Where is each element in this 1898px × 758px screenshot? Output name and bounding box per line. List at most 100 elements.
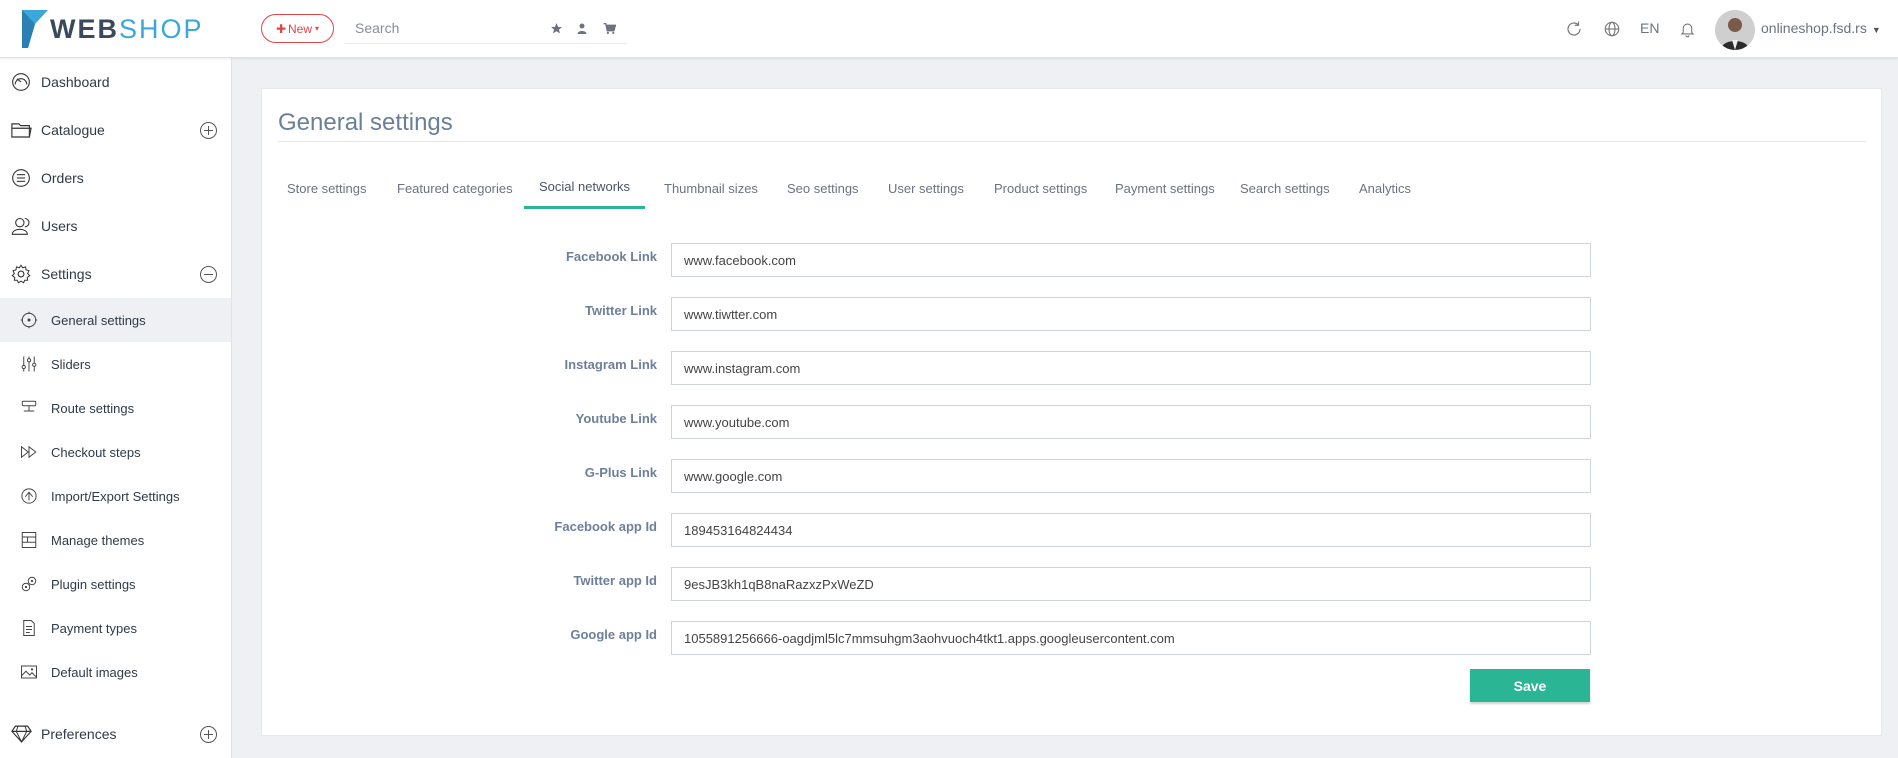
tab-product-settings[interactable]: Product settings: [979, 167, 1102, 209]
field-label: G-Plus Link: [584, 465, 657, 480]
route-icon: [19, 398, 39, 418]
image-icon: [19, 662, 39, 682]
sidebar-subitem-plugin-settings[interactable]: Plugin settings: [0, 562, 231, 606]
title-divider: [278, 141, 1866, 142]
refresh-icon[interactable]: [1563, 18, 1585, 40]
sidebar-item-users[interactable]: Users: [0, 202, 231, 250]
sidebar-item-label: Payment types: [51, 620, 137, 636]
sidebar-subitem-import-export[interactable]: Import/Export Settings: [0, 474, 231, 518]
facebook-link-field[interactable]: [671, 243, 1591, 277]
sidebar-subitem-default-images[interactable]: Default images: [0, 650, 231, 694]
sidebar-subitem-checkout-steps[interactable]: Checkout steps: [0, 430, 231, 474]
gplus-link-field[interactable]: [671, 459, 1591, 493]
youtube-link-field[interactable]: [671, 405, 1591, 439]
tab-user-settings[interactable]: User settings: [873, 167, 979, 209]
new-button[interactable]: ✚ New ▾: [261, 14, 334, 43]
field-label: Twitter Link: [585, 303, 657, 318]
sidebar: Dashboard Catalogue Orders Users Setting…: [0, 58, 232, 758]
tab-analytics[interactable]: Analytics: [1344, 167, 1426, 209]
sidebar-item-label: Default images: [51, 664, 138, 680]
form-row-gplus-link: G-Plus Link: [262, 459, 1862, 493]
sidebar-item-label: Orders: [41, 170, 84, 186]
instagram-link-field[interactable]: [671, 351, 1591, 385]
plus-icon: ✚: [275, 21, 287, 36]
field-label: Facebook app Id: [554, 519, 657, 534]
user-icon[interactable]: [574, 20, 590, 36]
page-title: General settings: [278, 109, 453, 136]
tab-thumbnail-sizes[interactable]: Thumbnail sizes: [649, 167, 773, 209]
form-row-youtube-link: Youtube Link: [262, 405, 1862, 439]
expand-icon[interactable]: [200, 725, 217, 743]
settings-card: General settings Store settings Featured…: [261, 88, 1882, 736]
sidebar-item-label: Plugin settings: [51, 576, 136, 592]
twitter-link-field[interactable]: [671, 297, 1591, 331]
language-selector[interactable]: EN: [1640, 20, 1659, 36]
caret-down-icon: ▼: [1871, 25, 1881, 35]
tab-search-settings[interactable]: Search settings: [1225, 167, 1345, 209]
sidebar-subitem-payment-types[interactable]: Payment types: [0, 606, 231, 650]
sidebar-subitem-manage-themes[interactable]: Manage themes: [0, 518, 231, 562]
sidebar-item-orders[interactable]: Orders: [0, 154, 231, 202]
form-row-facebook-link: Facebook Link: [262, 243, 1862, 277]
diamond-icon: [10, 723, 32, 745]
sidebar-item-label: Checkout steps: [51, 444, 141, 460]
tab-social-networks[interactable]: Social networks: [524, 167, 646, 209]
cart-icon[interactable]: [601, 20, 617, 36]
sidebar-item-label: General settings: [51, 312, 146, 328]
sidebar-item-label: Users: [41, 218, 78, 234]
field-label: Google app Id: [570, 627, 657, 642]
sidebar-item-label: Import/Export Settings: [51, 488, 180, 504]
avatar[interactable]: [1715, 10, 1755, 50]
expand-icon[interactable]: [200, 121, 217, 139]
logo-text: WEBSHOP: [50, 13, 204, 44]
sidebar-subitem-general-settings[interactable]: General settings: [0, 298, 231, 342]
list-icon: [10, 167, 32, 189]
webshop-logo[interactable]: WEBSHOP: [22, 8, 204, 50]
tab-store-settings[interactable]: Store settings: [272, 167, 382, 209]
globe-icon[interactable]: [1601, 18, 1623, 40]
sidebar-item-preferences[interactable]: Preferences: [0, 710, 231, 758]
gear-icon: [10, 263, 32, 285]
payment-icon: [19, 618, 39, 638]
chevron-down-icon: ▾: [315, 24, 320, 33]
star-icon[interactable]: [548, 20, 564, 36]
sliders-icon: [19, 354, 39, 374]
sidebar-item-dashboard[interactable]: Dashboard: [0, 58, 231, 106]
facebook-app-id-field[interactable]: [671, 513, 1591, 547]
form-row-twitter-link: Twitter Link: [262, 297, 1862, 331]
form-row-instagram-link: Instagram Link: [262, 351, 1862, 385]
tab-payment-settings[interactable]: Payment settings: [1100, 167, 1230, 209]
collapse-icon[interactable]: [200, 265, 217, 283]
form-row-twitter-app-id: Twitter app Id: [262, 567, 1862, 601]
form-row-google-app-id: Google app Id: [262, 621, 1862, 655]
themes-icon: [19, 530, 39, 550]
account-name: onlineshop.fsd.rs: [1761, 20, 1867, 36]
save-button[interactable]: Save: [1470, 669, 1590, 702]
sidebar-item-label: Dashboard: [41, 74, 110, 90]
new-button-label: New: [288, 21, 313, 36]
account-menu[interactable]: onlineshop.fsd.rs ▼: [1761, 20, 1881, 36]
google-app-id-field[interactable]: [671, 621, 1591, 655]
tab-seo-settings[interactable]: Seo settings: [772, 167, 874, 209]
field-label: Instagram Link: [564, 357, 657, 372]
sidebar-item-label: Settings: [41, 266, 92, 282]
bell-icon[interactable]: [1676, 18, 1698, 40]
tab-featured-categories[interactable]: Featured categories: [382, 167, 528, 209]
plugin-icon: [19, 574, 39, 594]
sidebar-subitem-route-settings[interactable]: Route settings: [0, 386, 231, 430]
sidebar-item-label: Preferences: [41, 726, 117, 742]
checkout-steps-icon: [19, 442, 39, 462]
twitter-app-id-field[interactable]: [671, 567, 1591, 601]
sidebar-item-label: Sliders: [51, 356, 91, 372]
field-label: Twitter app Id: [573, 573, 657, 588]
logo-flag-icon: [22, 10, 48, 48]
sidebar-item-catalogue[interactable]: Catalogue: [0, 106, 231, 154]
search-input[interactable]: [345, 14, 535, 42]
general-settings-icon: [19, 310, 39, 330]
sidebar-subitem-sliders[interactable]: Sliders: [0, 342, 231, 386]
form-row-facebook-app-id: Facebook app Id: [262, 513, 1862, 547]
field-label: Facebook Link: [565, 249, 657, 264]
dashboard-icon: [10, 71, 32, 93]
top-bar: WEBSHOP ✚ New ▾ EN onlineshop.fsd.rs ▼: [0, 0, 1898, 58]
sidebar-item-settings[interactable]: Settings: [0, 250, 231, 298]
